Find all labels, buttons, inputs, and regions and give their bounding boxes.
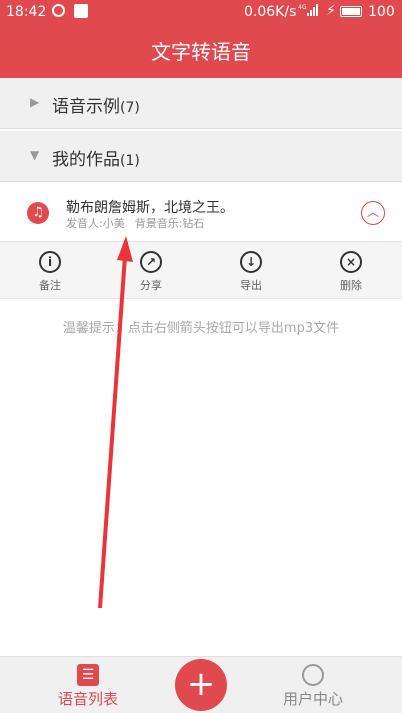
status-time: 18:42 — [6, 4, 47, 20]
action-label: 删除 — [340, 279, 362, 292]
action-label: 备注 — [39, 279, 61, 292]
section-voice-examples[interactable]: ▶ 语音示例(7) — [0, 78, 402, 129]
network-speed: 0.06K/s — [244, 4, 297, 20]
info-icon: i — [39, 251, 61, 273]
download-icon: ↓ — [240, 251, 262, 273]
network-type: 4G — [298, 4, 307, 11]
collapse-button[interactable]: ︿ — [361, 201, 385, 225]
signal-icon: 4G — [298, 3, 320, 21]
share-icon: ↗ — [140, 251, 162, 273]
message-icon — [74, 4, 88, 18]
section-label: 语音示例 — [52, 97, 120, 117]
chevron-down-icon: ▼ — [30, 148, 40, 162]
add-button[interactable]: + — [175, 659, 227, 711]
export-button[interactable]: ↓ 导出 — [221, 251, 281, 293]
charging-icon: ⚡ — [326, 3, 336, 19]
share-button[interactable]: ↗ 分享 — [121, 251, 181, 293]
user-icon — [302, 664, 324, 686]
tip-text: 温馨提示：点击右侧箭头按钮可以导出mp3文件 — [62, 321, 340, 336]
action-label: 导出 — [240, 279, 262, 292]
section-count: (1) — [120, 153, 140, 169]
section-count: (7) — [120, 100, 140, 116]
battery-icon — [340, 6, 362, 17]
notification-app-icon — [52, 4, 65, 17]
tab-voice-list[interactable]: ☰ 语音列表 — [33, 664, 143, 709]
section-my-works[interactable]: ▼ 我的作品(1) — [0, 131, 402, 182]
action-label: 分享 — [140, 279, 162, 292]
tab-label: 语音列表 — [57, 690, 118, 708]
section-label: 我的作品 — [52, 150, 120, 170]
page-title: 文字转语音 — [151, 40, 251, 64]
note-button[interactable]: i 备注 — [20, 251, 80, 293]
work-speaker: 发音人:小美 — [66, 217, 125, 230]
tab-label: 用户中心 — [282, 690, 343, 708]
delete-button[interactable]: × 删除 — [321, 251, 381, 293]
chevron-right-icon: ▶ — [30, 95, 40, 109]
battery-level: 100 — [368, 4, 395, 20]
music-note-icon: ♫ — [27, 202, 49, 224]
work-title: 勒布朗詹姆斯，北境之王。 — [66, 200, 234, 216]
list-icon: ☰ — [77, 664, 99, 686]
close-icon: × — [340, 251, 362, 273]
status-bar: 18:42 0.06K/s 4G ⚡ 100 — [0, 0, 402, 26]
tab-user-center[interactable]: 用户中心 — [258, 664, 368, 709]
app-bar: 文字转语音 — [0, 26, 402, 78]
work-meta: 发音人:小美 背景音乐:钻石 — [66, 215, 214, 231]
work-bgm: 背景音乐:钻石 — [134, 217, 205, 230]
